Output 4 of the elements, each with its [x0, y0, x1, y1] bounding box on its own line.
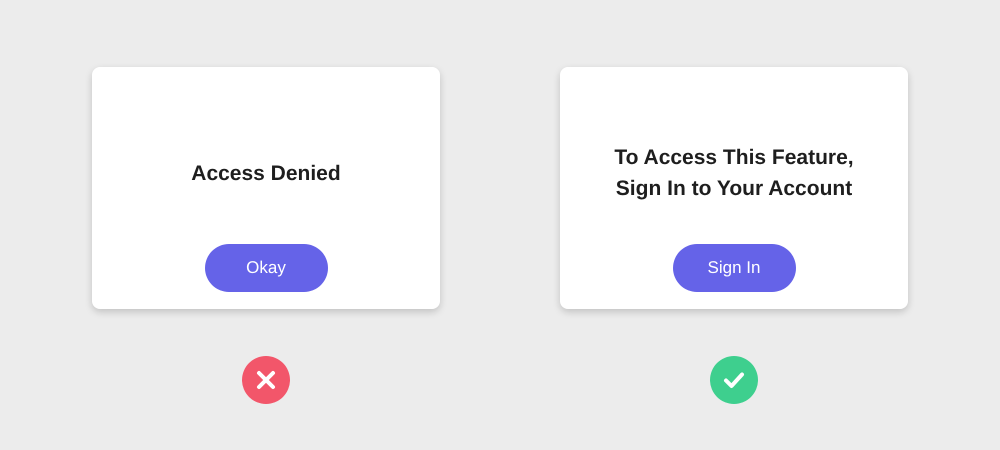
dialog-message: Access Denied [191, 160, 341, 186]
dialog-button[interactable]: Okay [204, 244, 328, 292]
dialog-button[interactable]: Sign In [672, 244, 796, 292]
dialog-message: To Access This Feature, Sign In to Your Account [613, 145, 855, 202]
